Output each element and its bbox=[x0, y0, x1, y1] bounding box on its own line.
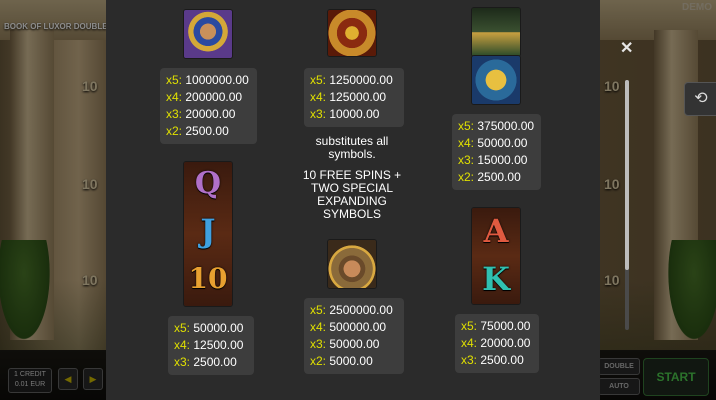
payout-row: x5: 375000.00 bbox=[458, 119, 535, 133]
payout-row: x5: 75000.00 bbox=[461, 319, 531, 333]
payout-row: x4: 12500.00 bbox=[174, 338, 244, 352]
explorer-payouts: x5: 2500000.00 x4: 500000.00 x3: 50000.0… bbox=[304, 298, 404, 374]
scrollbar-thumb[interactable] bbox=[625, 80, 629, 270]
paytable-scrollbar[interactable] bbox=[625, 80, 629, 330]
q-symbol: Q bbox=[194, 166, 222, 201]
qj10-payouts: x5: 50000.00 x4: 12500.00 x3: 2500.00 bbox=[168, 316, 254, 375]
book-payouts: x5: 1250000.00 x4: 125000.00 x3: 10000.0… bbox=[304, 68, 404, 127]
anubis-symbol bbox=[472, 8, 520, 56]
payout-row: x3: 50000.00 bbox=[310, 337, 380, 351]
payout-row: x4: 20000.00 bbox=[461, 336, 531, 350]
payout-row: x2: 5000.00 bbox=[310, 354, 373, 368]
payout-row: x5: 2500000.00 bbox=[310, 303, 393, 317]
payout-row: x4: 200000.00 bbox=[166, 90, 243, 104]
k-symbol: K bbox=[482, 260, 510, 298]
pharaoh-payouts: x5: 1000000.00 x4: 200000.00 x3: 20000.0… bbox=[160, 68, 257, 144]
scarab-symbol bbox=[472, 56, 520, 104]
a-symbol: A bbox=[483, 212, 509, 250]
book-symbol bbox=[328, 10, 376, 56]
history-button[interactable]: ⟲ bbox=[684, 82, 716, 116]
anubis-scarab-payouts: x5: 375000.00 x4: 50000.00 x3: 15000.00 … bbox=[452, 114, 541, 190]
ak-payouts: x5: 75000.00 x4: 20000.00 x3: 2500.00 bbox=[455, 314, 539, 373]
payout-row: x5: 1000000.00 bbox=[166, 73, 249, 87]
pharaoh-symbol bbox=[184, 10, 232, 58]
ten-symbol: 10 bbox=[188, 262, 228, 295]
payout-row: x2: 2500.00 bbox=[166, 124, 229, 138]
payout-row: x4: 500000.00 bbox=[310, 320, 387, 334]
payout-row: x4: 50000.00 bbox=[458, 136, 528, 150]
payout-row: x3: 10000.00 bbox=[310, 107, 380, 121]
payout-row: x3: 2500.00 bbox=[174, 355, 237, 369]
j-symbol: J bbox=[200, 212, 216, 250]
close-icon[interactable]: ✕ bbox=[620, 41, 633, 57]
right-dim bbox=[600, 0, 716, 400]
payout-row: x3: 2500.00 bbox=[461, 353, 524, 367]
history-icon: ⟲ bbox=[694, 90, 708, 107]
payout-row: x3: 15000.00 bbox=[458, 153, 528, 167]
book-free-spins-note: 10 FREE SPINS + TWO SPECIAL EXPANDING SY… bbox=[302, 168, 402, 221]
explorer-symbol bbox=[328, 240, 376, 288]
payout-row: x2: 2500.00 bbox=[458, 170, 521, 184]
payout-row: x5: 50000.00 bbox=[174, 321, 244, 335]
left-dim bbox=[0, 0, 106, 400]
payout-row: x3: 20000.00 bbox=[166, 107, 236, 121]
book-substitute-note: substitutes all symbols. bbox=[315, 134, 389, 161]
payout-row: x4: 125000.00 bbox=[310, 90, 387, 104]
payout-row: x5: 1250000.00 bbox=[310, 73, 393, 87]
